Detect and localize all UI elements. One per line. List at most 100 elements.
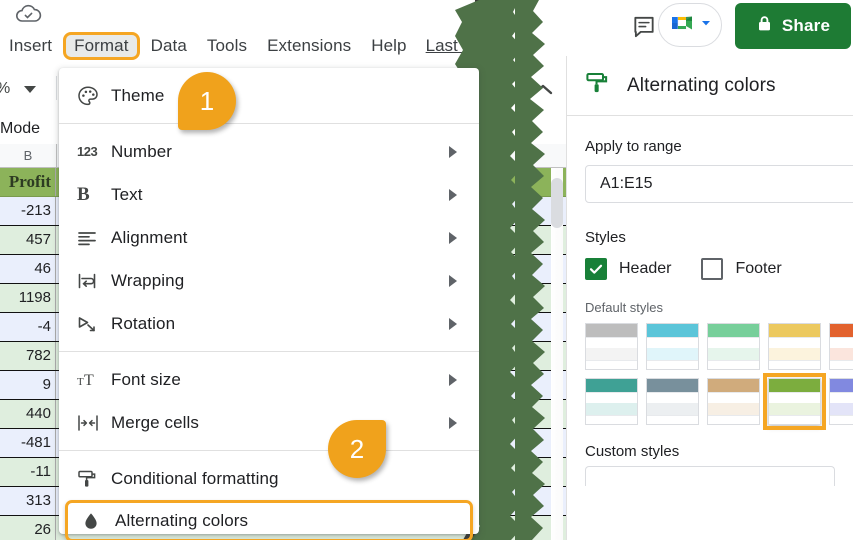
cell-profit[interactable]: 782	[0, 342, 56, 370]
cell-profit[interactable]: 9	[0, 371, 56, 399]
submenu-arrow-icon	[449, 373, 457, 386]
alternating-colors-sidebar: Alternating colors Apply to range A1:E15…	[566, 56, 853, 540]
toolbar-divider	[56, 76, 57, 100]
swatch-line	[830, 415, 853, 416]
swatch-header-band	[830, 324, 853, 337]
chevron-down-icon[interactable]	[700, 16, 712, 34]
style-swatch-orange-red[interactable]	[829, 323, 853, 370]
swatch-header-band	[647, 324, 698, 337]
swatch-alt-band	[769, 403, 820, 415]
header-checkbox-label: Header	[619, 260, 672, 277]
swatch-alt-band	[586, 403, 637, 415]
style-swatch-yellow[interactable]	[768, 323, 821, 370]
swatch-alt-band	[647, 348, 698, 360]
menu-item-font-size[interactable]: T T Font size	[59, 358, 479, 401]
footer-checkbox-label: Footer	[735, 260, 782, 277]
menu-item-alternating-colors[interactable]: Alternating colors	[65, 500, 473, 540]
123-icon: 123	[77, 144, 98, 159]
menu-item-theme[interactable]: Theme	[59, 74, 479, 117]
range-input[interactable]: A1:E15	[585, 165, 853, 203]
share-button[interactable]: Share	[735, 3, 851, 49]
cloud-saved-icon[interactable]	[14, 2, 44, 28]
menu-item-wrapping[interactable]: Wrapping	[59, 259, 479, 302]
swatch-line	[830, 392, 853, 393]
swatch-line	[586, 360, 637, 361]
menu-tools[interactable]: Tools	[198, 33, 256, 59]
alternating-colors-icon	[81, 509, 115, 533]
swatch-alt-band	[769, 348, 820, 360]
cell-profit[interactable]: 1198	[0, 284, 56, 312]
google-meet-button[interactable]	[658, 3, 722, 47]
align-icon	[77, 226, 111, 250]
swatch-header-band	[586, 324, 637, 337]
callout-number: 2	[328, 420, 386, 478]
swatch-header-band	[647, 379, 698, 392]
cell-profit[interactable]: 457	[0, 226, 56, 254]
swatch-line	[586, 415, 637, 416]
cell-profit[interactable]: 46	[0, 255, 56, 283]
percent-format-icon[interactable]: %	[0, 80, 10, 98]
bold-b-icon: B	[77, 183, 90, 205]
sheet-scrollbar-thumb[interactable]	[551, 178, 563, 228]
style-swatch-tan[interactable]	[707, 378, 760, 425]
style-swatch-olive[interactable]	[763, 373, 826, 430]
swatch-alt-band	[586, 348, 637, 360]
menu-item-label: Number	[111, 141, 173, 161]
swatch-line	[647, 415, 698, 416]
chevron-down-icon[interactable]	[24, 85, 37, 93]
svg-text:T: T	[77, 376, 84, 388]
swatch-header-band	[586, 379, 637, 392]
cell-profit[interactable]: 26	[0, 516, 56, 540]
menu-separator-1	[59, 123, 479, 124]
style-swatch-slate[interactable]	[646, 378, 699, 425]
footer-checkbox[interactable]	[701, 258, 724, 280]
custom-styles-box[interactable]	[585, 466, 835, 486]
menu-data[interactable]: Data	[142, 33, 196, 59]
menu-item-alignment[interactable]: Alignment	[59, 216, 479, 259]
menu-item-conditional-formatting[interactable]: Conditional formatting	[59, 457, 479, 500]
cell-profit[interactable]: -11	[0, 458, 56, 486]
style-swatch-green[interactable]	[707, 323, 760, 370]
swatch-line	[830, 337, 853, 338]
swatch-line	[830, 360, 853, 361]
menu-item-text[interactable]: B Text	[59, 173, 479, 216]
style-swatch-teal[interactable]	[585, 378, 638, 425]
last-edit-link[interactable]: Last ed	[426, 36, 482, 56]
cell-profit[interactable]: -213	[0, 197, 56, 225]
swatch-line	[708, 392, 759, 393]
style-swatch-periwinkle[interactable]	[829, 378, 853, 425]
menu-extensions[interactable]: Extensions	[258, 33, 360, 59]
menu-format[interactable]: Format	[63, 32, 140, 60]
menu-item-merge-cells[interactable]: Merge cells	[59, 401, 479, 444]
merge-cells-icon	[77, 411, 111, 435]
chevron-up-icon[interactable]	[530, 80, 556, 100]
swatch-alt-band	[647, 403, 698, 415]
menu-item-rotation[interactable]: Rotation	[59, 302, 479, 345]
menu-item-label: Text	[111, 184, 143, 204]
callout-number: 1	[178, 72, 236, 130]
column-header-b[interactable]: B	[0, 144, 57, 168]
swatch-alt-band	[708, 348, 759, 360]
lock-icon	[756, 14, 773, 38]
swatch-line	[647, 360, 698, 361]
menu-item-number[interactable]: 123 Number	[59, 130, 479, 173]
cell-profit[interactable]: 440	[0, 400, 56, 428]
cell-profit[interactable]: -481	[0, 429, 56, 457]
menu-help[interactable]: Help	[362, 33, 415, 59]
swatch-alt-band	[830, 348, 853, 360]
menu-separator-3	[59, 450, 479, 451]
share-button-label: Share	[781, 16, 831, 35]
menu-insert[interactable]: Insert	[0, 33, 61, 59]
style-swatch-gray[interactable]	[585, 323, 638, 370]
swatch-alt-band	[708, 403, 759, 415]
sheet-scrollbar-track[interactable]	[551, 168, 563, 540]
menu-item-label: Rotation	[111, 313, 176, 333]
cell-profit[interactable]: -4	[0, 313, 56, 341]
style-swatch-cyan[interactable]	[646, 323, 699, 370]
header-checkbox[interactable]	[585, 258, 607, 280]
swatch-header-band	[769, 324, 820, 337]
palette-icon	[77, 84, 111, 108]
sidebar-header: Alternating colors	[567, 56, 853, 116]
cell-profit[interactable]: 313	[0, 487, 56, 515]
callout-marker-1: 1	[178, 72, 240, 134]
